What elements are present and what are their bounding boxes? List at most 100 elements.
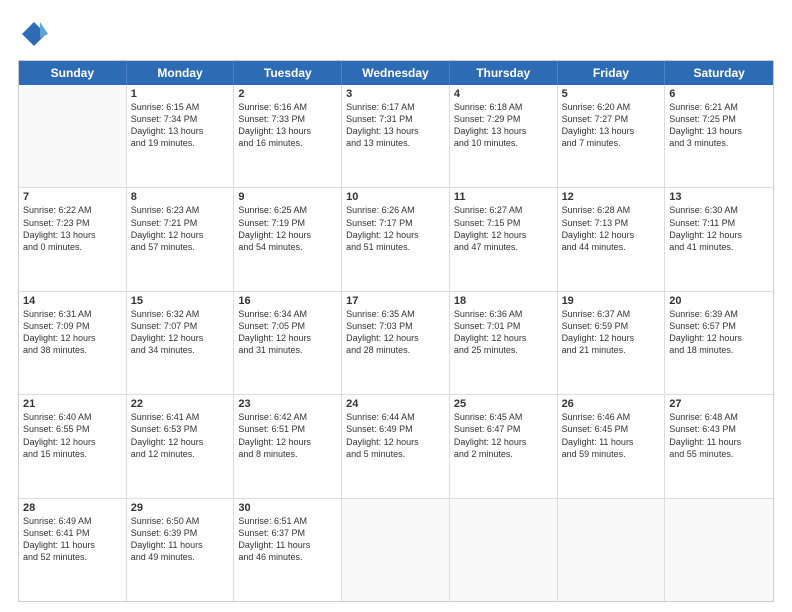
calendar-row-0: 1Sunrise: 6:15 AM Sunset: 7:34 PM Daylig… — [19, 85, 773, 188]
page: SundayMondayTuesdayWednesdayThursdayFrid… — [0, 0, 792, 612]
calendar-cell: 1Sunrise: 6:15 AM Sunset: 7:34 PM Daylig… — [127, 85, 235, 187]
calendar-cell: 16Sunrise: 6:34 AM Sunset: 7:05 PM Dayli… — [234, 292, 342, 394]
cell-text: Sunrise: 6:25 AM Sunset: 7:19 PM Dayligh… — [238, 204, 337, 253]
day-number: 24 — [346, 398, 445, 410]
calendar-cell: 15Sunrise: 6:32 AM Sunset: 7:07 PM Dayli… — [127, 292, 235, 394]
day-number: 18 — [454, 295, 553, 307]
day-number: 1 — [131, 88, 230, 100]
cell-text: Sunrise: 6:16 AM Sunset: 7:33 PM Dayligh… — [238, 101, 337, 150]
calendar-cell: 28Sunrise: 6:49 AM Sunset: 6:41 PM Dayli… — [19, 499, 127, 601]
calendar-cell: 27Sunrise: 6:48 AM Sunset: 6:43 PM Dayli… — [665, 395, 773, 497]
header-day-thursday: Thursday — [450, 61, 558, 85]
cell-text: Sunrise: 6:51 AM Sunset: 6:37 PM Dayligh… — [238, 515, 337, 564]
calendar-cell — [450, 499, 558, 601]
cell-text: Sunrise: 6:48 AM Sunset: 6:43 PM Dayligh… — [669, 411, 769, 460]
calendar-cell: 25Sunrise: 6:45 AM Sunset: 6:47 PM Dayli… — [450, 395, 558, 497]
cell-text: Sunrise: 6:18 AM Sunset: 7:29 PM Dayligh… — [454, 101, 553, 150]
calendar-row-3: 21Sunrise: 6:40 AM Sunset: 6:55 PM Dayli… — [19, 395, 773, 498]
day-number: 26 — [562, 398, 661, 410]
calendar-cell: 14Sunrise: 6:31 AM Sunset: 7:09 PM Dayli… — [19, 292, 127, 394]
day-number: 14 — [23, 295, 122, 307]
header-day-friday: Friday — [558, 61, 666, 85]
day-number: 7 — [23, 191, 122, 203]
day-number: 16 — [238, 295, 337, 307]
cell-text: Sunrise: 6:40 AM Sunset: 6:55 PM Dayligh… — [23, 411, 122, 460]
day-number: 21 — [23, 398, 122, 410]
calendar-cell: 10Sunrise: 6:26 AM Sunset: 7:17 PM Dayli… — [342, 188, 450, 290]
calendar-cell: 21Sunrise: 6:40 AM Sunset: 6:55 PM Dayli… — [19, 395, 127, 497]
calendar-cell: 24Sunrise: 6:44 AM Sunset: 6:49 PM Dayli… — [342, 395, 450, 497]
day-number: 12 — [562, 191, 661, 203]
cell-text: Sunrise: 6:44 AM Sunset: 6:49 PM Dayligh… — [346, 411, 445, 460]
day-number: 29 — [131, 502, 230, 514]
cell-text: Sunrise: 6:28 AM Sunset: 7:13 PM Dayligh… — [562, 204, 661, 253]
calendar-row-1: 7Sunrise: 6:22 AM Sunset: 7:23 PM Daylig… — [19, 188, 773, 291]
calendar-cell — [342, 499, 450, 601]
calendar-body: 1Sunrise: 6:15 AM Sunset: 7:34 PM Daylig… — [19, 85, 773, 601]
logo — [18, 18, 54, 50]
calendar-cell: 7Sunrise: 6:22 AM Sunset: 7:23 PM Daylig… — [19, 188, 127, 290]
day-number: 19 — [562, 295, 661, 307]
cell-text: Sunrise: 6:22 AM Sunset: 7:23 PM Dayligh… — [23, 204, 122, 253]
day-number: 27 — [669, 398, 769, 410]
cell-text: Sunrise: 6:50 AM Sunset: 6:39 PM Dayligh… — [131, 515, 230, 564]
day-number: 4 — [454, 88, 553, 100]
calendar-cell: 8Sunrise: 6:23 AM Sunset: 7:21 PM Daylig… — [127, 188, 235, 290]
calendar-cell: 12Sunrise: 6:28 AM Sunset: 7:13 PM Dayli… — [558, 188, 666, 290]
logo-icon — [18, 18, 50, 50]
header-day-monday: Monday — [127, 61, 235, 85]
calendar-cell: 9Sunrise: 6:25 AM Sunset: 7:19 PM Daylig… — [234, 188, 342, 290]
day-number: 5 — [562, 88, 661, 100]
cell-text: Sunrise: 6:21 AM Sunset: 7:25 PM Dayligh… — [669, 101, 769, 150]
calendar-cell: 6Sunrise: 6:21 AM Sunset: 7:25 PM Daylig… — [665, 85, 773, 187]
calendar-cell: 4Sunrise: 6:18 AM Sunset: 7:29 PM Daylig… — [450, 85, 558, 187]
day-number: 8 — [131, 191, 230, 203]
cell-text: Sunrise: 6:20 AM Sunset: 7:27 PM Dayligh… — [562, 101, 661, 150]
header — [18, 18, 774, 50]
calendar-row-2: 14Sunrise: 6:31 AM Sunset: 7:09 PM Dayli… — [19, 292, 773, 395]
cell-text: Sunrise: 6:15 AM Sunset: 7:34 PM Dayligh… — [131, 101, 230, 150]
cell-text: Sunrise: 6:32 AM Sunset: 7:07 PM Dayligh… — [131, 308, 230, 357]
cell-text: Sunrise: 6:17 AM Sunset: 7:31 PM Dayligh… — [346, 101, 445, 150]
calendar-cell: 13Sunrise: 6:30 AM Sunset: 7:11 PM Dayli… — [665, 188, 773, 290]
cell-text: Sunrise: 6:34 AM Sunset: 7:05 PM Dayligh… — [238, 308, 337, 357]
header-day-sunday: Sunday — [19, 61, 127, 85]
calendar-cell — [665, 499, 773, 601]
calendar-row-4: 28Sunrise: 6:49 AM Sunset: 6:41 PM Dayli… — [19, 499, 773, 601]
day-number: 22 — [131, 398, 230, 410]
header-day-wednesday: Wednesday — [342, 61, 450, 85]
day-number: 9 — [238, 191, 337, 203]
calendar-cell: 26Sunrise: 6:46 AM Sunset: 6:45 PM Dayli… — [558, 395, 666, 497]
calendar-cell: 3Sunrise: 6:17 AM Sunset: 7:31 PM Daylig… — [342, 85, 450, 187]
cell-text: Sunrise: 6:26 AM Sunset: 7:17 PM Dayligh… — [346, 204, 445, 253]
header-day-saturday: Saturday — [665, 61, 773, 85]
calendar-cell: 30Sunrise: 6:51 AM Sunset: 6:37 PM Dayli… — [234, 499, 342, 601]
day-number: 20 — [669, 295, 769, 307]
day-number: 23 — [238, 398, 337, 410]
cell-text: Sunrise: 6:36 AM Sunset: 7:01 PM Dayligh… — [454, 308, 553, 357]
cell-text: Sunrise: 6:23 AM Sunset: 7:21 PM Dayligh… — [131, 204, 230, 253]
calendar-cell: 23Sunrise: 6:42 AM Sunset: 6:51 PM Dayli… — [234, 395, 342, 497]
cell-text: Sunrise: 6:39 AM Sunset: 6:57 PM Dayligh… — [669, 308, 769, 357]
day-number: 3 — [346, 88, 445, 100]
cell-text: Sunrise: 6:37 AM Sunset: 6:59 PM Dayligh… — [562, 308, 661, 357]
calendar-cell — [19, 85, 127, 187]
calendar-cell: 20Sunrise: 6:39 AM Sunset: 6:57 PM Dayli… — [665, 292, 773, 394]
cell-text: Sunrise: 6:31 AM Sunset: 7:09 PM Dayligh… — [23, 308, 122, 357]
cell-text: Sunrise: 6:42 AM Sunset: 6:51 PM Dayligh… — [238, 411, 337, 460]
calendar-cell: 29Sunrise: 6:50 AM Sunset: 6:39 PM Dayli… — [127, 499, 235, 601]
day-number: 6 — [669, 88, 769, 100]
calendar-cell — [558, 499, 666, 601]
day-number: 28 — [23, 502, 122, 514]
day-number: 25 — [454, 398, 553, 410]
calendar-header: SundayMondayTuesdayWednesdayThursdayFrid… — [19, 61, 773, 85]
calendar-cell: 2Sunrise: 6:16 AM Sunset: 7:33 PM Daylig… — [234, 85, 342, 187]
day-number: 13 — [669, 191, 769, 203]
calendar-cell: 18Sunrise: 6:36 AM Sunset: 7:01 PM Dayli… — [450, 292, 558, 394]
day-number: 17 — [346, 295, 445, 307]
calendar-cell: 19Sunrise: 6:37 AM Sunset: 6:59 PM Dayli… — [558, 292, 666, 394]
cell-text: Sunrise: 6:49 AM Sunset: 6:41 PM Dayligh… — [23, 515, 122, 564]
cell-text: Sunrise: 6:46 AM Sunset: 6:45 PM Dayligh… — [562, 411, 661, 460]
day-number: 2 — [238, 88, 337, 100]
cell-text: Sunrise: 6:30 AM Sunset: 7:11 PM Dayligh… — [669, 204, 769, 253]
